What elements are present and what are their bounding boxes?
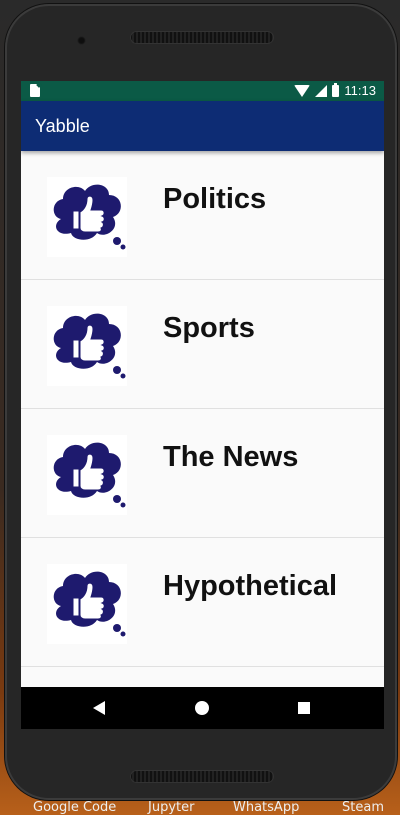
system-navigation-bar: [21, 687, 384, 729]
battery-icon: [332, 82, 340, 97]
status-time: 11:13: [344, 83, 376, 98]
front-camera: [77, 36, 86, 45]
topic-list: Politics Sports The News Hypothetical: [21, 151, 384, 667]
taskbar-label: Google Code: [33, 800, 117, 815]
sim-card-icon: [30, 84, 40, 97]
recent-apps-icon[interactable]: [298, 702, 310, 714]
desktop-taskbar-labels: Google Code Jupyter WhatsApp Steam: [0, 800, 400, 815]
wifi-icon: [294, 84, 311, 97]
topic-label: Politics: [163, 183, 267, 215]
topic-item-hypothetical[interactable]: Hypothetical: [21, 538, 384, 667]
thumbs-up-bubble-icon: [47, 564, 127, 644]
taskbar-label: Steam: [342, 800, 384, 815]
app-toolbar: Yabble: [21, 101, 384, 151]
topic-label: Sports: [163, 312, 255, 344]
home-icon[interactable]: [195, 701, 209, 715]
thumbs-up-bubble-icon: [47, 306, 127, 386]
taskbar-label: Jupyter: [148, 800, 195, 815]
top-speaker-grille: [130, 31, 274, 44]
taskbar-label: WhatsApp: [233, 800, 300, 815]
topic-label: Hypothetical: [163, 570, 338, 602]
phone-frame: 11:13 Yabble Politics Sports The News Hy…: [5, 4, 397, 800]
topic-item-politics[interactable]: Politics: [21, 151, 384, 280]
app-title: Yabble: [35, 115, 90, 136]
cell-signal-icon: [315, 84, 328, 97]
topic-item-sports[interactable]: Sports: [21, 280, 384, 409]
device-screen: 11:13 Yabble Politics Sports The News Hy…: [21, 81, 384, 729]
back-icon[interactable]: [93, 701, 105, 715]
topic-label: The News: [163, 441, 299, 473]
thumbs-up-bubble-icon: [47, 177, 127, 257]
status-bar: 11:13: [21, 81, 384, 101]
topic-item-the-news[interactable]: The News: [21, 409, 384, 538]
thumbs-up-bubble-icon: [47, 435, 127, 515]
bottom-speaker-grille: [130, 770, 274, 783]
